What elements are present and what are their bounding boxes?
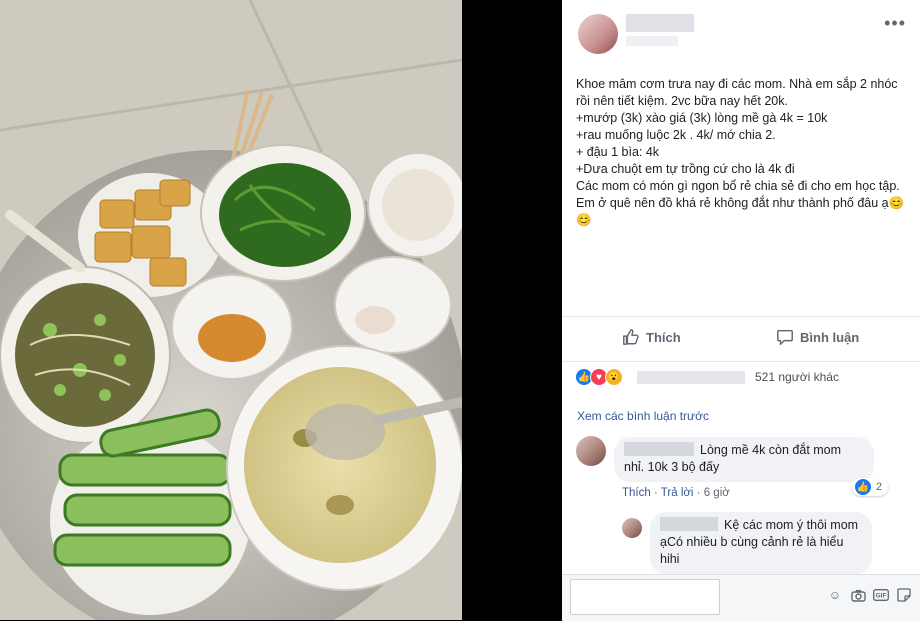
comment-like-link[interactable]: Thích: [622, 487, 651, 499]
emoji-icon[interactable]: ☺: [827, 587, 843, 603]
meta-separator: ·: [653, 487, 661, 499]
more-options-icon[interactable]: •••: [884, 14, 906, 32]
reply-bubble: Kệ các mom ý thôi mom ạCó nhiều b cùng c…: [650, 512, 872, 574]
lunch-tray-photo: [0, 0, 462, 620]
comment-composer: ☺ GIF: [562, 574, 920, 621]
post-line: +mướp (3k) xào giá (3k) lòng mề gà 4k = …: [576, 111, 828, 125]
like-button-label: Thích: [646, 329, 681, 345]
post-line: Khoe mâm cơm trưa nay đi các mom. Nhà em…: [576, 77, 902, 108]
sticker-icon[interactable]: [896, 587, 912, 603]
post-line: +Dưa chuột em tự trồng cứ cho là 4k đi: [576, 162, 795, 176]
post-line: + đậu 1 bìa: 4k: [576, 145, 660, 159]
like-button[interactable]: Thích: [622, 328, 681, 346]
comment-reply-link[interactable]: Trả lời: [661, 487, 694, 499]
comment-bubble: Lòng mề 4k còn đắt mom nhỉ. 10k 3 bộ đấy: [614, 437, 874, 482]
like-reaction-icon: 👍: [854, 478, 872, 496]
author-avatar[interactable]: [578, 14, 618, 54]
gif-icon[interactable]: GIF: [873, 587, 889, 603]
comment-button-label: Bình luận: [800, 329, 860, 345]
comment-button[interactable]: Bình luận: [776, 328, 859, 346]
reply-commenter-name-redacted[interactable]: [660, 517, 718, 531]
comment-reaction-count[interactable]: 👍 2: [852, 478, 889, 496]
post-time-redacted: [626, 36, 678, 46]
post-line: +rau muống luộc 2k . 4k/ mớ chia 2.: [576, 128, 776, 142]
comment-time[interactable]: 6 giờ: [704, 487, 730, 499]
author-name-redacted[interactable]: [626, 14, 694, 32]
wow-reaction-icon: 😮: [605, 368, 623, 386]
view-previous-comments-link[interactable]: Xem các bình luận trước: [577, 409, 709, 423]
post-actions: Thích Bình luận: [562, 316, 920, 362]
post-text: Khoe mâm cơm trưa nay đi các mom. Nhà em…: [576, 76, 912, 229]
composer-icons: ☺ GIF: [827, 587, 912, 603]
comment-icon: [777, 329, 793, 345]
post-line: Các mom có món gì ngon bổ rẻ chia sẻ đi …: [576, 179, 905, 227]
post-photo[interactable]: [0, 0, 462, 620]
svg-text:GIF: GIF: [876, 593, 887, 600]
post-panel: ••• Khoe mâm cơm trưa nay đi các mom. Nh…: [562, 0, 920, 621]
comment-input[interactable]: [570, 579, 720, 615]
reply-commenter-avatar[interactable]: [622, 518, 642, 538]
post-header: •••: [562, 0, 920, 60]
camera-icon[interactable]: [850, 587, 866, 603]
thumbs-up-icon: [623, 329, 639, 345]
commenter-name-redacted[interactable]: [624, 442, 694, 456]
commenter-avatar[interactable]: [576, 436, 606, 466]
comment-meta: Thích · Trả lời · 6 giờ: [622, 487, 730, 499]
meta-separator: ·: [696, 487, 704, 499]
reaction-summary[interactable]: 👍 ♥ 😮 521 người khác: [575, 368, 839, 386]
reactor-names-redacted: [637, 371, 745, 384]
comment-reaction-number: 2: [876, 481, 883, 493]
reaction-count-text: 521 người khác: [755, 370, 839, 384]
